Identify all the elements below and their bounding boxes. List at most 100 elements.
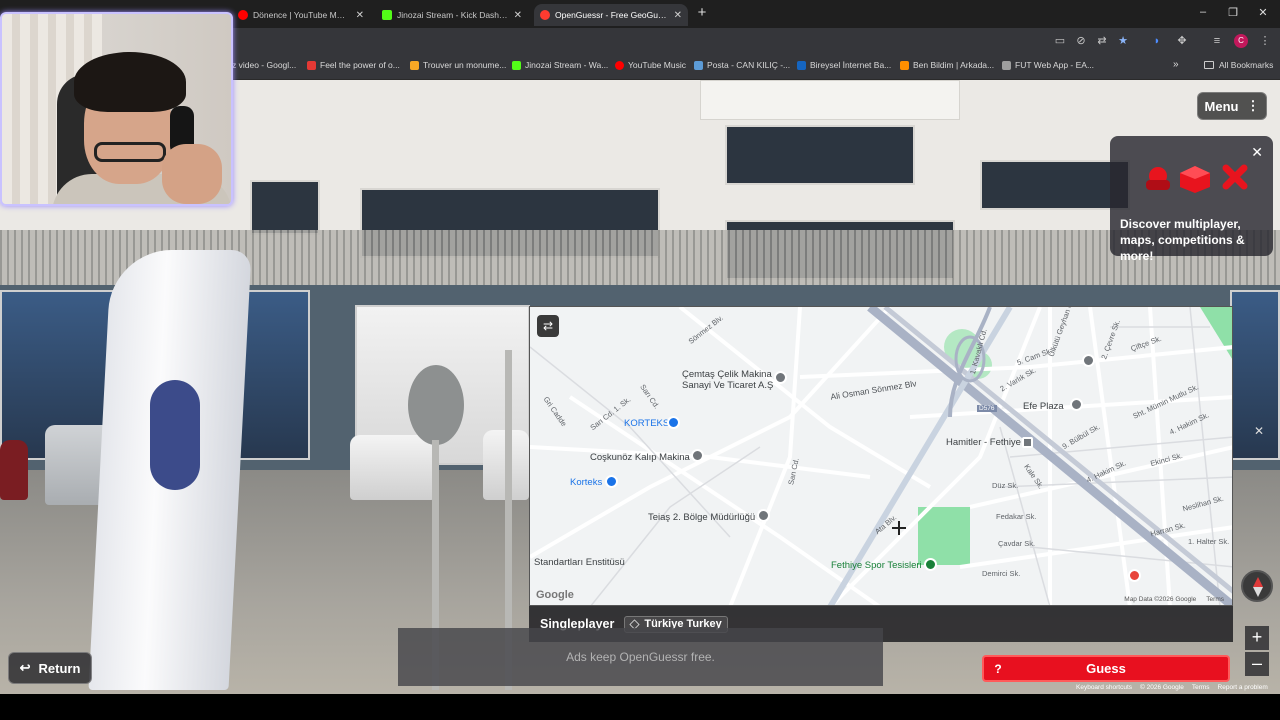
bookmark-item[interactable]: Posta - CAN KILIÇ -...	[694, 60, 790, 70]
bookmark-item[interactable]: Ben Bildim | Arkada...	[900, 60, 994, 70]
poi-pin-icon[interactable]	[774, 371, 787, 384]
keyboard-shortcuts-link[interactable]: Keyboard shortcuts	[1076, 684, 1132, 691]
translate-icon[interactable]: ⇄	[1095, 34, 1109, 48]
help-icon[interactable]: ?	[984, 662, 1012, 676]
map-label-halter: 1. Halter Sk.	[1188, 537, 1230, 546]
map-label-duz: Düz Sk.	[992, 481, 1019, 490]
promo-card[interactable]: ✕ Discover multiplayer, maps, competitio…	[1110, 136, 1273, 263]
close-window-button[interactable]: ✕	[1256, 6, 1270, 19]
bookmark-icon	[307, 60, 316, 70]
bookmark-item[interactable]: YouTube Music	[615, 60, 686, 70]
puzzle-icon[interactable]: ✥	[1175, 34, 1189, 48]
tab-title: OpenGuessr - Free GeoGuessr Alternative	[555, 10, 668, 20]
bookmark-icon	[410, 60, 419, 70]
hospital-icon[interactable]	[1128, 569, 1141, 582]
compass-icon[interactable]	[1241, 570, 1273, 602]
copyright-text: © 2026 Google	[1140, 684, 1184, 691]
tab-title: Jinozai Stream - Kick Dashboard	[397, 10, 508, 20]
parked-car	[350, 435, 435, 500]
map-terms-link[interactable]: Terms	[1206, 596, 1224, 603]
promo-3d-icons	[1146, 164, 1248, 193]
profile-avatar[interactable]: C	[1234, 34, 1248, 48]
star-icon[interactable]: ★	[1116, 34, 1130, 48]
close-icon[interactable]: ✕	[1251, 144, 1263, 161]
map-label-coskunoz: Coşkunöz Kalıp Makina	[590, 452, 690, 463]
bookmark-item[interactable]: z video - Googl...	[232, 60, 296, 70]
return-label: Return	[38, 660, 81, 676]
map-label-fedakar: Fedakar Sk.	[996, 512, 1037, 521]
more-icon[interactable]: ⋮	[1258, 34, 1272, 48]
tab-kick-dashboard[interactable]: Jinozai Stream - Kick Dashboard ✕	[376, 4, 528, 26]
poi-pin-icon[interactable]	[691, 449, 704, 462]
map-settings-button[interactable]: ⇄	[537, 315, 559, 337]
terms-link[interactable]: Terms	[1192, 684, 1210, 691]
report-problem-link[interactable]: Report a problem	[1218, 684, 1268, 691]
bookmark-item[interactable]: FUT Web App - EA...	[1002, 60, 1094, 70]
restore-button[interactable]: ❐	[1226, 6, 1240, 19]
tab-openguessr[interactable]: OpenGuessr - Free GeoGuessr Alternative …	[534, 4, 688, 26]
zoom-out-button[interactable]: –	[1245, 652, 1269, 676]
poi-pin-icon[interactable]	[1082, 354, 1095, 367]
more-bookmarks-icon[interactable]: »	[1173, 59, 1179, 70]
guess-button[interactable]: ? Guess	[982, 655, 1230, 682]
bookmark-label: Trouver un monume...	[423, 60, 507, 70]
poi-pin-icon[interactable]	[924, 558, 937, 571]
bookmark-icon	[1002, 60, 1011, 70]
all-bookmarks-label: All Bookmarks	[1219, 60, 1274, 70]
close-tab-icon[interactable]: ✕	[674, 10, 682, 21]
folder-icon	[1204, 61, 1214, 69]
new-tab-button[interactable]: +	[694, 5, 710, 21]
map-label-demirci: Demirci Sk.	[982, 569, 1021, 578]
poi-pin-icon[interactable]	[605, 475, 618, 488]
map-crosshair-cursor	[892, 521, 906, 535]
menu-button[interactable]: Menu ⋮	[1197, 92, 1267, 120]
road-sign	[408, 365, 464, 445]
media-icon[interactable]: ≡	[1210, 34, 1224, 48]
road-shield: D576	[977, 405, 997, 412]
glasses	[94, 142, 166, 162]
collapse-icon[interactable]: ✕	[1254, 424, 1264, 438]
extension-icon[interactable]: ◗	[1150, 34, 1164, 48]
building-window	[250, 180, 320, 235]
promo-text: Discover multiplayer, maps, competitions…	[1120, 217, 1245, 263]
bookmark-item[interactable]: Feel the power of o...	[307, 60, 400, 70]
close-tab-icon[interactable]: ✕	[514, 10, 522, 21]
return-button[interactable]: ↩ Return	[8, 652, 92, 684]
bookmark-label: YouTube Music	[628, 60, 686, 70]
map-label-standartlari: Standartları Enstitüsü	[534, 557, 625, 568]
google-logo: Google	[536, 589, 574, 601]
minimize-button[interactable]: –	[1196, 6, 1210, 18]
bookmark-label: Jinozai Stream - Wa...	[525, 60, 609, 70]
bookmark-label: z video - Googl...	[232, 60, 297, 70]
parked-car	[0, 440, 28, 500]
bookmark-item[interactable]: Trouver un monume...	[410, 60, 506, 70]
poi-pin-icon[interactable]	[757, 509, 770, 522]
carrefour-flag-logo	[150, 380, 200, 490]
guess-map[interactable]: ⇄ Çemtaş Çelik Makina Sanayi Ve Ticaret …	[529, 306, 1233, 606]
poi-pin-icon[interactable]	[1070, 398, 1083, 411]
tab-youtube-music[interactable]: Dönence | YouTube Music ✕	[232, 4, 370, 26]
building-window	[980, 160, 1130, 210]
bookmark-label: Ben Bildim | Arkada...	[913, 60, 995, 70]
close-tab-icon[interactable]: ✕	[356, 10, 364, 21]
bookmark-label: Posta - CAN KILIÇ -...	[707, 60, 791, 70]
poi-pin-icon[interactable]	[667, 416, 680, 429]
menu-label: Menu	[1204, 98, 1239, 114]
bookmark-item[interactable]: Jinozai Stream - Wa...	[512, 60, 608, 70]
cast-icon[interactable]: ▭	[1053, 34, 1067, 48]
street-view-footer: Keyboard shortcuts © 2026 Google Terms R…	[1076, 684, 1268, 691]
bookmark-item[interactable]: Bireysel İnternet Ba...	[797, 60, 891, 70]
zoom-in-button[interactable]: +	[1245, 626, 1269, 650]
guess-label: Guess	[1086, 661, 1126, 676]
streamer-hair	[74, 52, 186, 112]
bookmark-label: Feel the power of o...	[320, 60, 400, 70]
eye-off-icon[interactable]: ⊘	[1074, 34, 1088, 48]
bookmark-icon	[797, 60, 806, 70]
map-label-teias: Teiaş 2. Bölge Müdürlüğü	[648, 512, 756, 523]
ad-text: Ads keep OpenGuessr free.	[566, 650, 715, 664]
all-bookmarks-button[interactable]: All Bookmarks	[1204, 60, 1273, 70]
tab-title: Dönence | YouTube Music	[253, 10, 350, 20]
transit-icon[interactable]	[1022, 437, 1033, 448]
map-label-korteks-2: Korteks	[570, 477, 603, 488]
youtube-music-icon	[238, 10, 248, 20]
